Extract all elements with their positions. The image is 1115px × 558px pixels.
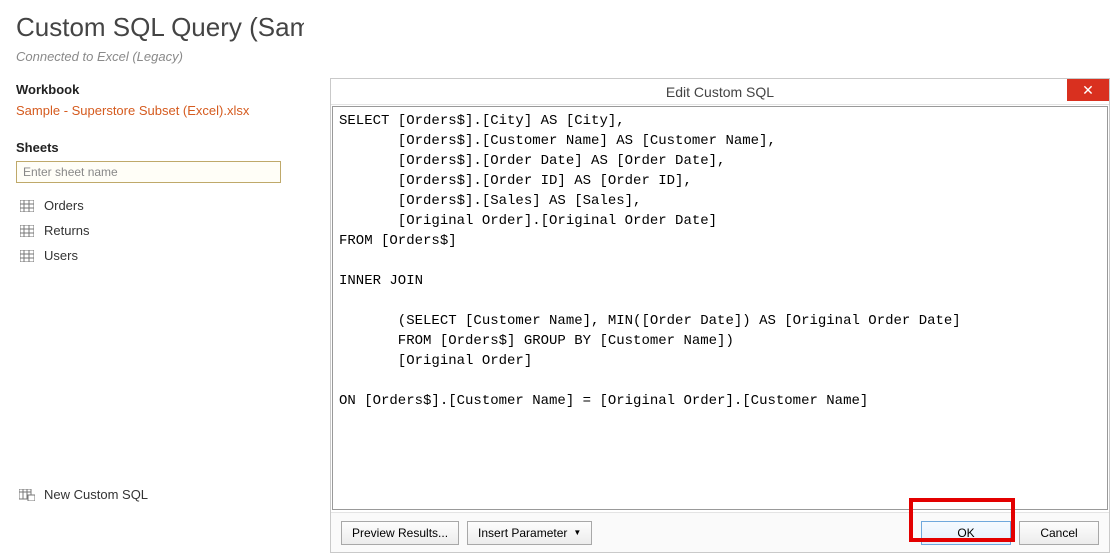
- sheet-item-label: Orders: [44, 198, 84, 213]
- sheet-item-orders[interactable]: Orders: [16, 193, 304, 218]
- close-icon: ✕: [1082, 82, 1094, 99]
- table-icon: [18, 224, 36, 238]
- edit-custom-sql-dialog: Edit Custom SQL ✕ Preview Results... Ins…: [330, 78, 1110, 553]
- table-icon: [18, 199, 36, 213]
- sheet-item-returns[interactable]: Returns: [16, 218, 304, 243]
- sheet-item-label: Returns: [44, 223, 90, 238]
- sheets-heading: Sheets: [16, 140, 304, 155]
- sheet-item-label: Users: [44, 248, 78, 263]
- page-title: Custom SQL Query (Sample - Superst...: [16, 12, 304, 43]
- left-panel: Custom SQL Query (Sample - Superst... Co…: [0, 0, 320, 558]
- chevron-down-icon: ▼: [573, 528, 581, 537]
- sql-editor[interactable]: [332, 106, 1108, 510]
- table-icon: [18, 249, 36, 263]
- preview-results-button[interactable]: Preview Results...: [341, 521, 459, 545]
- dialog-button-bar: Preview Results... Insert Parameter ▼ OK…: [331, 512, 1109, 552]
- button-label: Cancel: [1040, 526, 1077, 540]
- ok-button[interactable]: OK: [921, 521, 1011, 545]
- sheet-item-users[interactable]: Users: [16, 243, 304, 268]
- button-label: Insert Parameter: [478, 526, 567, 540]
- dialog-title: Edit Custom SQL: [666, 84, 774, 100]
- connection-status: Connected to Excel (Legacy): [16, 49, 304, 64]
- button-label: Preview Results...: [352, 526, 448, 540]
- cancel-button[interactable]: Cancel: [1019, 521, 1099, 545]
- close-button[interactable]: ✕: [1067, 79, 1109, 101]
- sheet-list: Orders Returns Users: [16, 193, 304, 268]
- workbook-file-link[interactable]: Sample - Superstore Subset (Excel).xlsx: [16, 103, 304, 118]
- button-label: OK: [957, 526, 974, 540]
- sheet-search-input[interactable]: [16, 161, 281, 183]
- new-custom-sql-label: New Custom SQL: [44, 487, 148, 502]
- sql-icon: [18, 488, 36, 502]
- workbook-heading: Workbook: [16, 82, 304, 97]
- new-custom-sql-button[interactable]: New Custom SQL: [18, 487, 148, 502]
- insert-parameter-button[interactable]: Insert Parameter ▼: [467, 521, 592, 545]
- dialog-titlebar: Edit Custom SQL ✕: [331, 79, 1109, 105]
